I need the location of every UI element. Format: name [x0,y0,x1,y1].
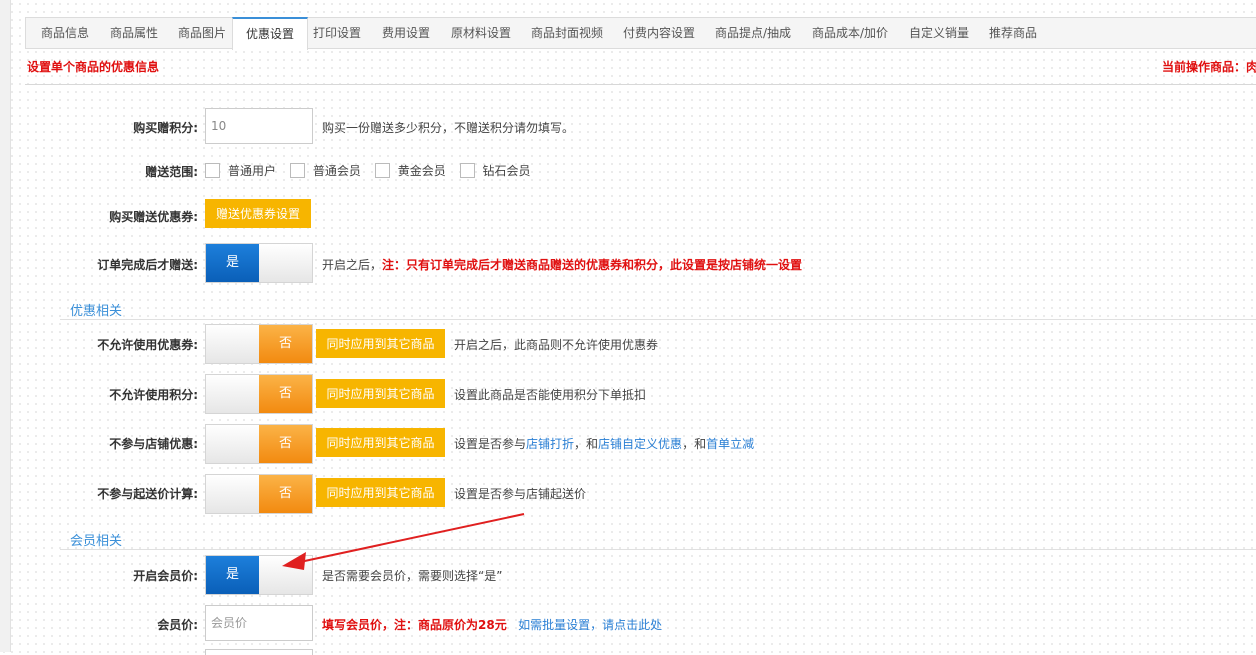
annotation-arrow-icon [282,513,525,570]
